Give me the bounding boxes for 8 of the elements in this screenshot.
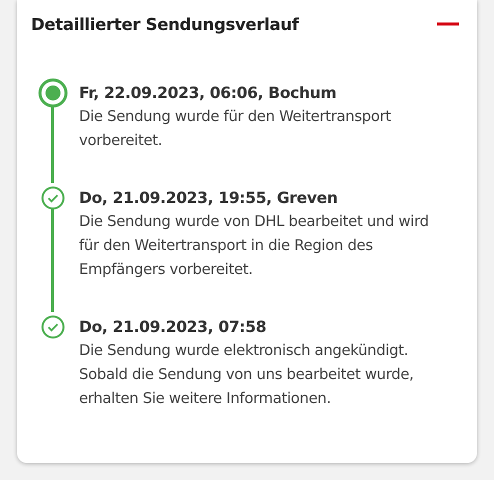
minus-icon	[437, 22, 459, 26]
event-heading: Fr, 22.09.2023, 06:06, Bochum	[79, 83, 338, 104]
event-description: Die Sendung wurde elektronisch angekündigt. Sobald die Sendung von uns bearbeitet wurde, erhalten Sie weitere Informationen.	[79, 341, 414, 409]
event-description: Die Sendung wurde von DHL bearbeitet und wird für den Weitertransport in die Region des Empfängers vorbereitet.	[79, 212, 429, 280]
event-description: Die Sendung wurde für den Weitertransport vorbereitet.	[79, 107, 391, 151]
section-title: Detaillierter Sendungsverlauf	[31, 14, 299, 34]
event-heading: Do, 21.09.2023, 07:58	[79, 317, 268, 338]
event-heading: Do, 21.09.2023, 19:55, Greven	[79, 188, 339, 209]
